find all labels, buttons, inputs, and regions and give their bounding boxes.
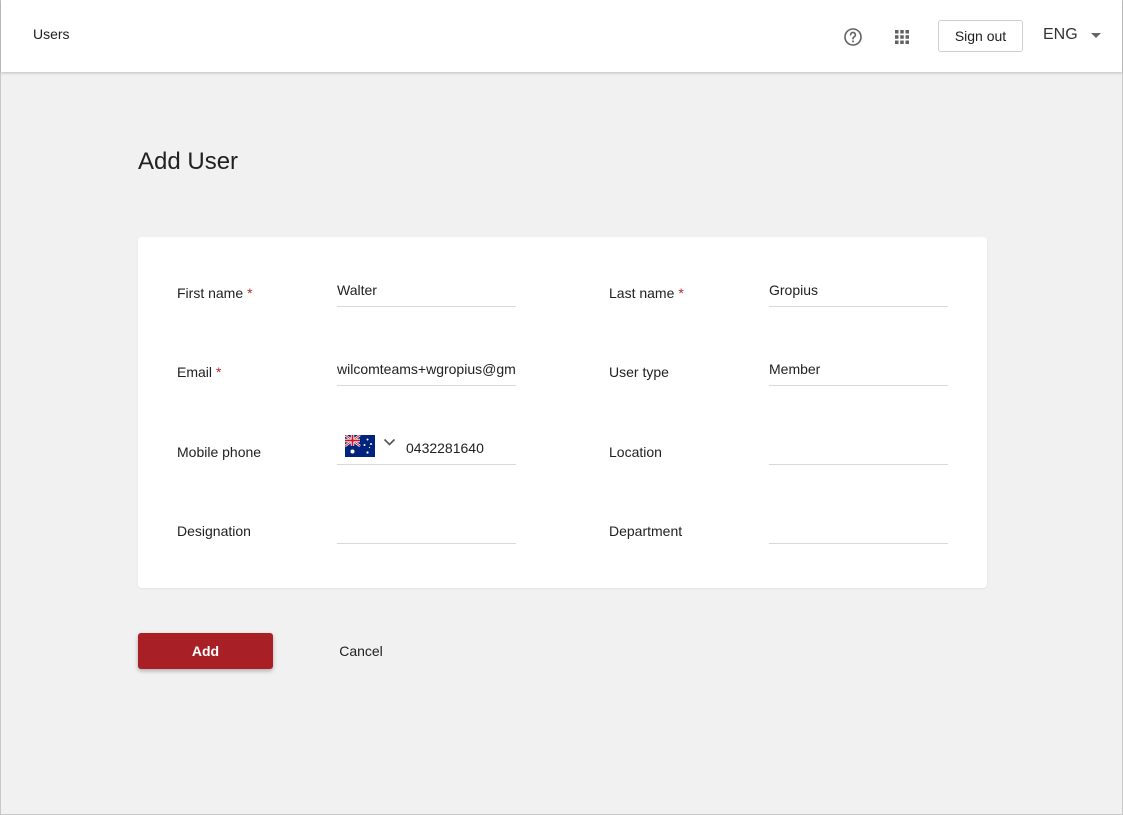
user-type-label: User type	[609, 364, 669, 380]
location-input[interactable]	[769, 431, 948, 465]
cancel-button[interactable]: Cancel	[323, 633, 399, 669]
location-label: Location	[609, 444, 662, 460]
app-title: Users	[33, 26, 70, 42]
mobile-phone-input[interactable]	[406, 431, 514, 464]
first-name-input[interactable]	[337, 273, 516, 307]
first-name-label: First name *	[177, 285, 253, 301]
top-bar: Users Sign out ENG	[1, 0, 1122, 72]
australia-flag-icon[interactable]	[345, 435, 375, 457]
required-marker: *	[216, 364, 222, 380]
chevron-down-icon[interactable]	[383, 438, 396, 447]
last-name-label: Last name *	[609, 285, 684, 301]
language-select[interactable]: ENG	[1043, 25, 1105, 47]
mobile-phone-label: Mobile phone	[177, 444, 262, 460]
required-marker: *	[247, 285, 253, 301]
designation-label: Designation	[177, 523, 251, 539]
designation-input[interactable]	[337, 510, 516, 544]
email-label: Email *	[177, 364, 222, 380]
language-label: ENG	[1043, 26, 1078, 43]
help-circle-icon[interactable]	[843, 27, 863, 47]
add-user-form-card: First name* Last name* Email* User type …	[138, 237, 987, 588]
sign-out-button[interactable]: Sign out	[938, 20, 1023, 52]
mobile-phone-field	[337, 431, 516, 465]
caret-down-icon	[1091, 33, 1101, 38]
apps-grid-icon[interactable]	[892, 27, 912, 47]
email-input[interactable]	[337, 352, 516, 386]
required-marker: *	[678, 285, 684, 301]
add-button[interactable]: Add	[138, 633, 273, 669]
department-input[interactable]	[769, 510, 948, 544]
department-label: Department	[609, 523, 683, 539]
user-type-input[interactable]	[769, 352, 948, 386]
page-title: Add User	[138, 148, 239, 175]
last-name-input[interactable]	[769, 273, 948, 307]
